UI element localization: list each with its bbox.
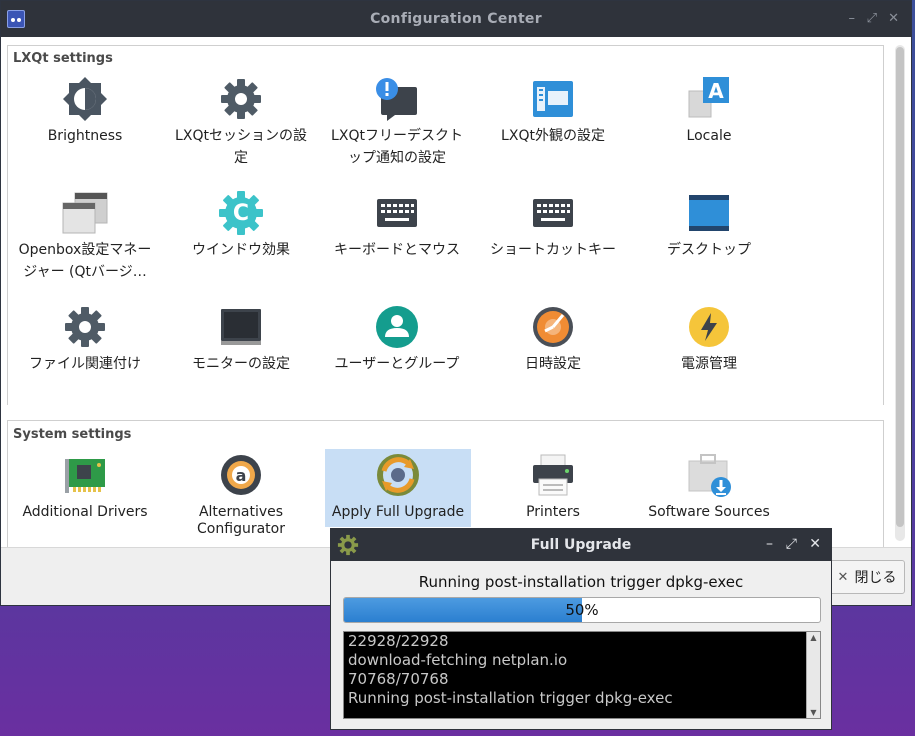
lxqt-settings-label: LXQt settings xyxy=(13,51,113,66)
item-label: ウインドウ効果 xyxy=(192,242,290,258)
svg-text:a: a xyxy=(236,466,247,485)
full-upgrade-dialog: Full Upgrade – ⤢ ✕ Running post-installa… xyxy=(330,528,832,730)
item-alternatives-configurator[interactable]: a Alternatives Configurator xyxy=(168,451,314,538)
item-printers[interactable]: Printers xyxy=(480,451,626,523)
item-label: Software Sources xyxy=(648,504,770,520)
user-icon xyxy=(373,303,421,351)
item-brightness[interactable]: Brightness xyxy=(12,75,158,147)
gear-icon xyxy=(61,303,109,351)
system-settings-label: System settings xyxy=(13,427,132,442)
settings-list: LXQt settings System settings Brightness… xyxy=(1,37,911,560)
desktop-icon xyxy=(685,189,733,237)
item-label: LXQtセッションの設定 xyxy=(175,128,307,166)
printer-icon xyxy=(529,451,577,499)
item-users-groups[interactable]: ユーザーとグループ xyxy=(324,303,470,375)
log-line: 70768/70768 xyxy=(348,670,449,688)
maximize-button[interactable]: ⤢ xyxy=(867,11,877,27)
item-shortcut-keys[interactable]: ショートカットキー xyxy=(480,189,626,261)
scrollbar-thumb[interactable] xyxy=(896,47,904,527)
scroll-up-icon[interactable]: ▲ xyxy=(807,633,820,642)
notification-icon xyxy=(373,75,421,123)
item-lxqt-session[interactable]: LXQtセッションの設定 xyxy=(168,75,314,169)
item-label: キーボードとマウス xyxy=(334,242,460,258)
item-label: 日時設定 xyxy=(525,356,581,372)
item-openbox[interactable]: Openbox設定マネージャー (Qtバージ… xyxy=(12,189,158,283)
item-lxqt-appearance[interactable]: LXQt外観の設定 xyxy=(480,75,626,147)
dialog-title: Full Upgrade xyxy=(530,537,632,553)
close-window-button[interactable]: ✕ xyxy=(888,11,899,27)
item-file-associations[interactable]: ファイル関連付け xyxy=(12,303,158,375)
upgrade-icon xyxy=(337,534,359,556)
progress-text: 50% xyxy=(565,601,599,619)
vertical-scrollbar[interactable] xyxy=(895,45,905,541)
close-button-label: 閉じる xyxy=(854,570,897,586)
item-desktop[interactable]: デスクトップ xyxy=(636,189,782,261)
item-label: Brightness xyxy=(47,128,123,144)
configuration-center-window: Configuration Center – ⤢ ✕ LXQt settings… xyxy=(0,0,912,606)
item-label: Openbox設定マネージャー (Qtバージ… xyxy=(18,242,152,280)
svg-text:A: A xyxy=(708,79,724,103)
dialog-close-button[interactable]: ✕ xyxy=(809,536,821,552)
svg-text:C: C xyxy=(233,201,249,226)
upgrade-log[interactable]: 22928/22928 download-fetching netplan.io… xyxy=(343,631,821,719)
item-date-time[interactable]: 日時設定 xyxy=(480,303,626,375)
alternatives-icon: a xyxy=(217,451,265,499)
log-scrollbar[interactable]: ▲ ▼ xyxy=(806,632,820,718)
item-label: モニターの設定 xyxy=(192,356,290,372)
log-line: 22928/22928 xyxy=(348,632,449,650)
appearance-icon xyxy=(529,75,577,123)
item-label: デスクトップ xyxy=(667,242,751,258)
item-keyboard-mouse[interactable]: キーボードとマウス xyxy=(324,189,470,261)
dialog-maximize-button[interactable]: ⤢ xyxy=(786,536,797,552)
item-label: Alternatives Configurator xyxy=(197,504,285,537)
log-line: Running post-installation trigger dpkg-e… xyxy=(348,689,673,707)
window-title: Configuration Center xyxy=(370,11,542,27)
item-window-effects[interactable]: C ウインドウ効果 xyxy=(168,189,314,261)
dialog-minimize-button[interactable]: – xyxy=(766,536,773,552)
close-button[interactable]: ✕ 閉じる xyxy=(829,560,905,594)
scroll-down-icon[interactable]: ▼ xyxy=(807,708,820,717)
windows-icon xyxy=(61,189,109,237)
log-line: download-fetching netplan.io xyxy=(348,651,568,669)
item-locale[interactable]: A Locale xyxy=(636,75,782,147)
minimize-button[interactable]: – xyxy=(849,11,856,27)
item-lxqt-notifications[interactable]: LXQtフリーデスクトップ通知の設定 xyxy=(324,75,470,169)
clock-icon xyxy=(529,303,577,351)
app-icon xyxy=(7,10,25,28)
upgrade-status-text: Running post-installation trigger dpkg-e… xyxy=(418,573,744,591)
item-apply-full-upgrade[interactable]: Apply Full Upgrade xyxy=(325,449,471,527)
keyboard-icon xyxy=(529,189,577,237)
window-titlebar[interactable]: Configuration Center – ⤢ ✕ xyxy=(1,1,911,37)
item-label: LXQt外観の設定 xyxy=(501,128,605,144)
driver-card-icon xyxy=(61,451,109,499)
item-label: ショートカットキー xyxy=(490,242,616,258)
compositor-icon: C xyxy=(217,189,265,237)
item-label: Additional Drivers xyxy=(22,504,148,520)
item-software-sources[interactable]: Software Sources xyxy=(636,451,782,523)
upgrade-icon xyxy=(374,451,422,499)
item-label: Locale xyxy=(686,128,732,144)
item-label: ユーザーとグループ xyxy=(334,356,460,372)
item-additional-drivers[interactable]: Additional Drivers xyxy=(12,451,158,523)
item-monitor-settings[interactable]: モニターの設定 xyxy=(168,303,314,375)
log-lines: 22928/22928 download-fetching netplan.io… xyxy=(348,632,673,708)
locale-icon: A xyxy=(685,75,733,123)
item-power-management[interactable]: 電源管理 xyxy=(636,303,782,375)
power-icon xyxy=(685,303,733,351)
brightness-icon xyxy=(61,75,109,123)
dialog-titlebar[interactable]: Full Upgrade – ⤢ ✕ xyxy=(331,529,831,561)
close-icon: ✕ xyxy=(837,569,849,585)
item-label: Apply Full Upgrade xyxy=(331,504,465,520)
item-label: LXQtフリーデスクトップ通知の設定 xyxy=(331,128,463,166)
upgrade-progress-bar: 50% xyxy=(343,597,821,623)
item-label: 電源管理 xyxy=(681,356,737,372)
software-sources-icon xyxy=(685,451,733,499)
item-label: ファイル関連付け xyxy=(29,356,141,372)
keyboard-icon xyxy=(373,189,421,237)
monitor-icon xyxy=(217,303,265,351)
gear-icon xyxy=(217,75,265,123)
item-label: Printers xyxy=(526,504,580,520)
